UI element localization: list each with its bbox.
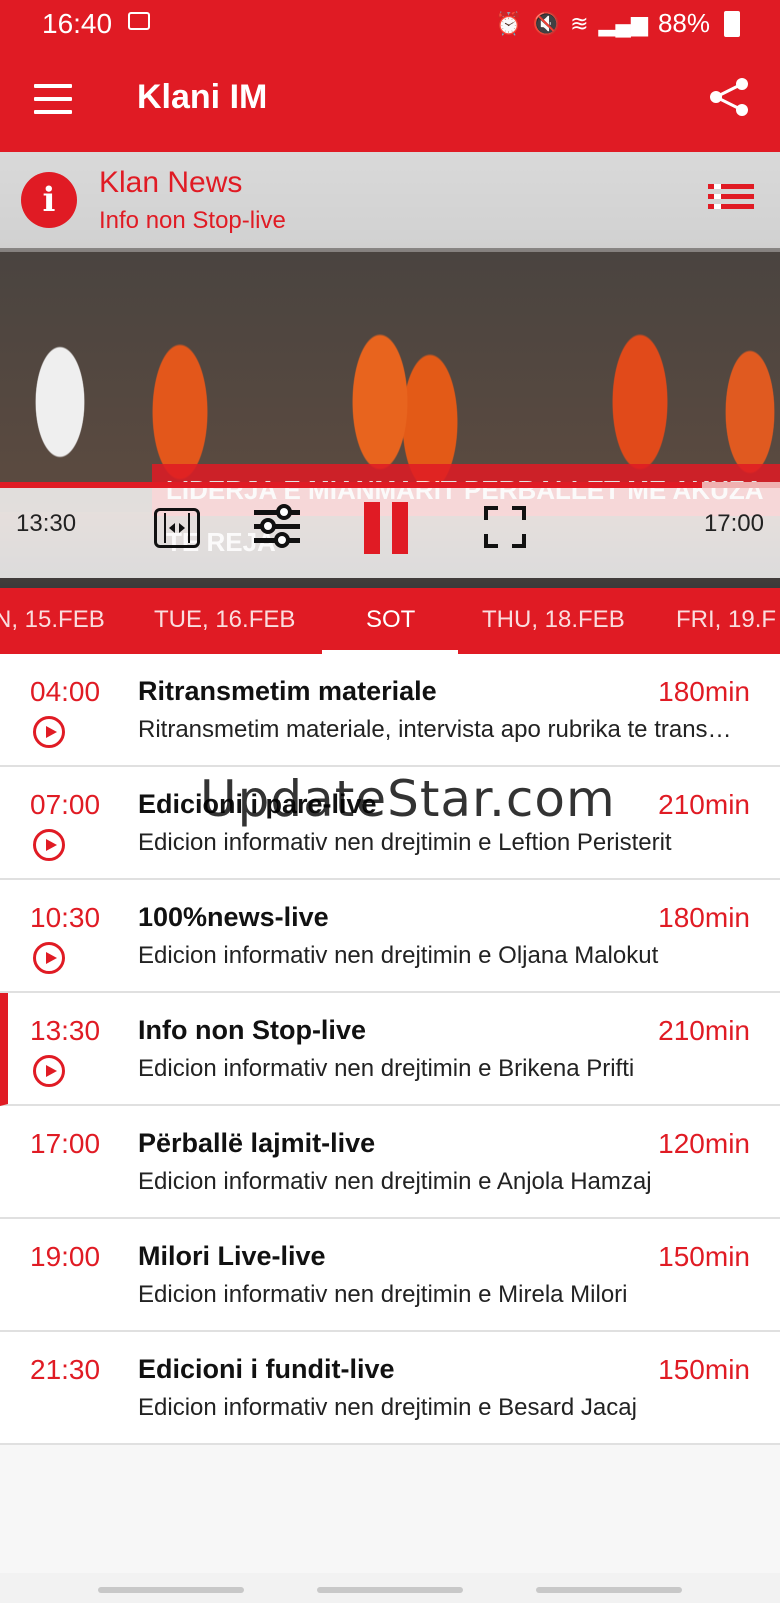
program-description: Ritransmetim materiale, intervista apo r… bbox=[138, 716, 750, 743]
program-title: Info non Stop-live bbox=[138, 1015, 366, 1045]
alarm-icon: ⏰ bbox=[495, 10, 523, 36]
tab-fri-19-feb[interactable]: FRI, 19.F bbox=[676, 606, 776, 634]
image-icon bbox=[128, 12, 150, 30]
battery-icon bbox=[724, 10, 740, 37]
program-duration: 180min bbox=[658, 676, 750, 707]
list-item[interactable]: 19:00 Milori Live-live 150min Edicion in… bbox=[0, 1219, 780, 1332]
schedule-list: 04:00 Ritransmetim materiale 180min Ritr… bbox=[0, 654, 780, 1445]
program-title: Ritransmetim materiale bbox=[138, 676, 437, 706]
tab-thu-18-feb[interactable]: THU, 18.FEB bbox=[482, 606, 625, 634]
list-item[interactable]: 17:00 Përballë lajmit-live 120min Edicio… bbox=[0, 1106, 780, 1219]
program-description: Edicion informativ nen drejtimin e Anjol… bbox=[138, 1168, 652, 1195]
settings-sliders-icon[interactable] bbox=[252, 502, 302, 552]
progress-fill bbox=[0, 482, 702, 488]
video-player[interactable]: i Klan News Info non Stop-live LIDERJA E… bbox=[0, 152, 780, 588]
program-duration: 210min bbox=[658, 789, 750, 820]
start-time: 13:30 bbox=[16, 510, 77, 537]
status-time: 16:40 bbox=[42, 8, 113, 39]
play-icon[interactable] bbox=[33, 1055, 65, 1087]
tab-tue-16-feb[interactable]: TUE, 16.FEB bbox=[154, 606, 295, 634]
channel-name: Klan News bbox=[99, 166, 243, 199]
nav-back-handle[interactable] bbox=[536, 1587, 682, 1593]
program-time: 04:00 bbox=[30, 676, 101, 707]
program-time: 13:30 bbox=[30, 1015, 101, 1046]
program-title: 100%news-live bbox=[138, 902, 329, 932]
signal-icon: ▂▄▆ bbox=[598, 10, 648, 36]
pause-icon[interactable] bbox=[364, 502, 414, 554]
tab-today[interactable]: SOT bbox=[366, 606, 415, 634]
program-description: Edicion informativ nen drejtimin e Oljan… bbox=[138, 942, 659, 969]
program-title: Milori Live-live bbox=[138, 1241, 326, 1271]
date-tabs: N, 15.FEB TUE, 16.FEB SOT THU, 18.FEB FR… bbox=[0, 588, 780, 654]
program-duration: 150min bbox=[658, 1241, 750, 1272]
list-item[interactable]: 07:00 Edicioni i pare-live 210min Edicio… bbox=[0, 767, 780, 880]
player-controls: 13:30 17:00 bbox=[0, 482, 780, 578]
list-item[interactable]: 21:30 Edicioni i fundit-live 150min Edic… bbox=[0, 1332, 780, 1445]
program-duration: 180min bbox=[658, 902, 750, 933]
program-info-overlay: i Klan News Info non Stop-live bbox=[0, 152, 780, 248]
aspect-ratio-icon[interactable] bbox=[154, 508, 200, 548]
program-title: Edicioni i fundit-live bbox=[138, 1354, 395, 1384]
fullscreen-icon[interactable] bbox=[484, 506, 526, 548]
nav-recent-handle[interactable] bbox=[98, 1587, 244, 1593]
program-description: Edicion informativ nen drejtimin e Lefti… bbox=[138, 829, 672, 856]
system-nav-bar bbox=[0, 1573, 780, 1603]
program-title: Edicioni i pare-live bbox=[138, 789, 377, 819]
program-time: 07:00 bbox=[30, 789, 101, 820]
tab-mon-15-feb[interactable]: N, 15.FEB bbox=[0, 606, 105, 634]
playlist-icon[interactable] bbox=[708, 184, 754, 214]
share-icon[interactable] bbox=[706, 74, 752, 120]
list-item[interactable]: 10:30 100%news-live 180min Edicion infor… bbox=[0, 880, 780, 993]
program-time: 21:30 bbox=[30, 1354, 101, 1385]
program-name: Info non Stop-live bbox=[99, 207, 286, 234]
menu-icon[interactable] bbox=[34, 84, 72, 114]
list-item[interactable]: 04:00 Ritransmetim materiale 180min Ritr… bbox=[0, 654, 780, 767]
end-time: 17:00 bbox=[703, 510, 764, 537]
program-time: 17:00 bbox=[30, 1128, 101, 1159]
play-icon[interactable] bbox=[33, 716, 65, 748]
program-description: Edicion informativ nen drejtimin e Mirel… bbox=[138, 1281, 628, 1308]
program-duration: 210min bbox=[658, 1015, 750, 1046]
app-title: Klani IM bbox=[137, 78, 268, 116]
program-description: Edicion informativ nen drejtimin e Besar… bbox=[138, 1394, 637, 1421]
play-icon[interactable] bbox=[33, 942, 65, 974]
program-title: Përballë lajmit-live bbox=[138, 1128, 376, 1158]
status-bar: 16:40 ⏰ 🔇 ≋ ▂▄▆ 88% bbox=[0, 0, 780, 48]
program-time: 10:30 bbox=[30, 902, 101, 933]
play-icon[interactable] bbox=[33, 829, 65, 861]
program-time: 19:00 bbox=[30, 1241, 101, 1272]
nav-home-handle[interactable] bbox=[317, 1587, 463, 1593]
info-icon[interactable]: i bbox=[21, 172, 77, 228]
app-bar: Klani IM bbox=[0, 48, 780, 152]
list-item-current[interactable]: 13:30 Info non Stop-live 210min Edicion … bbox=[0, 993, 780, 1106]
program-description: Edicion informativ nen drejtimin e Brike… bbox=[138, 1055, 635, 1082]
progress-bar[interactable] bbox=[0, 482, 780, 488]
mute-icon: 🔇 bbox=[532, 10, 561, 36]
wifi-icon: ≋ bbox=[570, 10, 589, 36]
program-duration: 150min bbox=[658, 1354, 750, 1385]
program-duration: 120min bbox=[658, 1128, 750, 1159]
status-icons: ⏰ 🔇 ≋ ▂▄▆ 88% bbox=[495, 8, 740, 39]
battery-percent: 88% bbox=[657, 8, 710, 38]
